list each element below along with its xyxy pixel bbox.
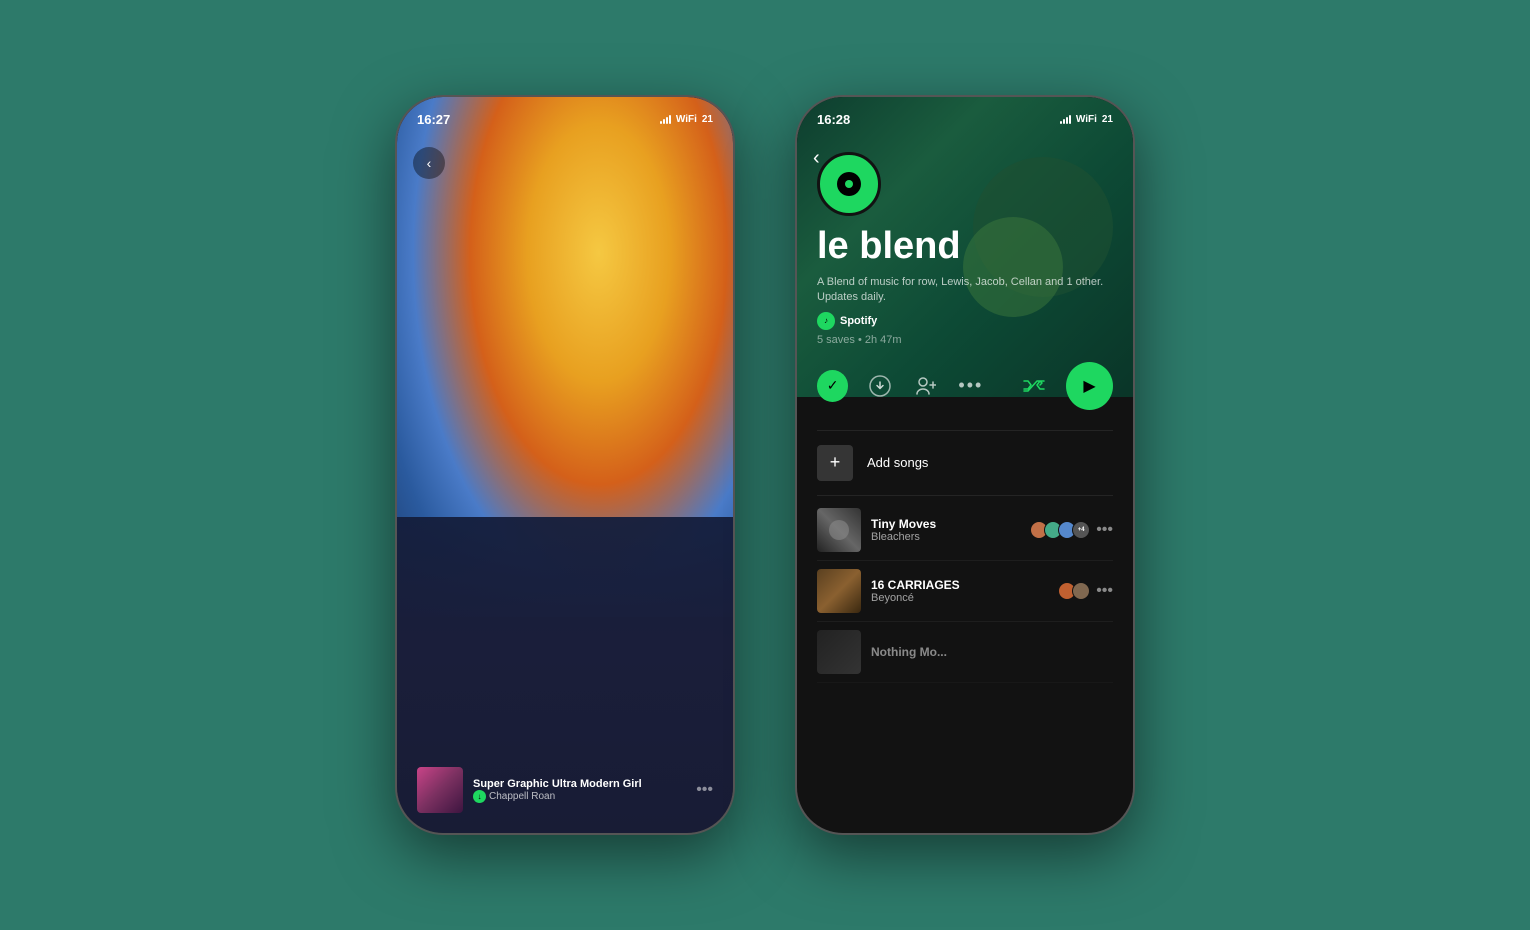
track-4-name: Nothing Mo... bbox=[871, 645, 1113, 659]
track-3-name: 16 CARRIAGES bbox=[871, 578, 1048, 592]
status-bar-2: 16:28 WiFi 21 bbox=[797, 97, 1133, 141]
track-2-right: ••• bbox=[1058, 582, 1113, 600]
track-item-1[interactable]: Tiny Moves Bleachers +4 ••• bbox=[817, 500, 1113, 561]
download-button-2[interactable] bbox=[866, 372, 893, 400]
track-thumbnail bbox=[417, 767, 463, 813]
shuffle-button-2[interactable] bbox=[1021, 372, 1048, 400]
status-icons-2: WiFi 21 bbox=[1060, 114, 1113, 125]
track-more-button[interactable]: ••• bbox=[696, 781, 713, 799]
back-button[interactable]: ‹ bbox=[413, 147, 445, 179]
blend-logo-dot bbox=[845, 180, 853, 188]
track-art-3 bbox=[817, 630, 861, 674]
time-display: 16:27 bbox=[417, 112, 450, 127]
track-3-artist: Beyoncé bbox=[871, 592, 1048, 604]
plus-button[interactable]: + bbox=[817, 445, 853, 481]
creator-name: Spotify bbox=[840, 315, 877, 327]
add-songs-row[interactable]: + Add songs bbox=[817, 430, 1113, 496]
add-person-button[interactable] bbox=[912, 372, 939, 400]
track-1-more[interactable]: ••• bbox=[1096, 521, 1113, 539]
spotify-logo-2: ♪ bbox=[817, 312, 835, 330]
track-2-artist: Bleachers bbox=[871, 531, 1020, 543]
user-avatars-2 bbox=[1058, 582, 1090, 600]
track-item-2[interactable]: 16 CARRIAGES Beyoncé ••• bbox=[817, 561, 1113, 622]
track-thumb-carriages bbox=[817, 569, 861, 613]
signal-icon bbox=[660, 114, 671, 124]
battery-display: 21 bbox=[702, 114, 713, 125]
playlist-info-section: daylist happy indie recession pop monday… bbox=[397, 517, 733, 833]
phone-2: 16:28 WiFi 21 ‹ le blend A Blend of musi… bbox=[795, 95, 1135, 835]
battery-display-2: 21 bbox=[1102, 114, 1113, 125]
track-info: Super Graphic Ultra Modern Girl ↓ Chappe… bbox=[473, 778, 686, 803]
time-display-2: 16:28 bbox=[817, 112, 850, 127]
track-3-info: 16 CARRIAGES Beyoncé bbox=[871, 578, 1048, 604]
track-name: Super Graphic Ultra Modern Girl bbox=[473, 778, 686, 790]
back-button-2[interactable]: ‹ bbox=[813, 147, 820, 170]
saves-info: 5 saves • 2h 47m bbox=[817, 334, 1113, 346]
track-artist: ↓ Chappell Roan bbox=[473, 790, 686, 803]
track-art-2 bbox=[817, 569, 861, 613]
track-row: Super Graphic Ultra Modern Girl ↓ Chappe… bbox=[417, 767, 713, 813]
track-art bbox=[417, 767, 463, 813]
wifi-icon-2: WiFi bbox=[1076, 114, 1097, 125]
track-thumb-3 bbox=[817, 630, 861, 674]
track-2-more[interactable]: ••• bbox=[1096, 582, 1113, 600]
track-item-3[interactable]: Nothing Mo... bbox=[817, 622, 1113, 683]
add-songs-label: Add songs bbox=[867, 455, 928, 470]
blend-title: le blend bbox=[817, 227, 1113, 265]
blend-content: le blend A Blend of music for row, Lewis… bbox=[797, 227, 1133, 833]
avatar-2-2 bbox=[1072, 582, 1090, 600]
blend-logo-inner bbox=[837, 172, 861, 196]
track-1-right: +4 ••• bbox=[1030, 521, 1113, 539]
play-button-2[interactable]: ▶ bbox=[1066, 362, 1113, 410]
status-icons: WiFi 21 bbox=[660, 114, 713, 125]
track-4-info: Nothing Mo... bbox=[871, 645, 1113, 659]
check-button-2[interactable]: ✓ bbox=[817, 370, 848, 402]
controls-row-2: ✓ ••• bbox=[817, 362, 1113, 410]
status-bar-1: 16:27 WiFi 21 bbox=[397, 97, 733, 141]
more-button-2[interactable]: ••• bbox=[957, 372, 984, 400]
user-avatars-1: +4 bbox=[1030, 521, 1090, 539]
track-2-name: Tiny Moves bbox=[871, 517, 1020, 531]
signal-icon-2 bbox=[1060, 114, 1071, 124]
phone-1: 16:27 WiFi 21 ‹ daylist happy indie rece… bbox=[395, 95, 735, 835]
blend-description: A Blend of music for row, Lewis, Jacob, … bbox=[817, 275, 1113, 306]
wifi-icon: WiFi bbox=[676, 114, 697, 125]
spotify-credit: ♪ Spotify bbox=[817, 312, 1113, 330]
track-art-1 bbox=[817, 508, 861, 552]
blend-logo bbox=[817, 152, 881, 216]
avatar-count: +4 bbox=[1072, 521, 1090, 539]
track-2-info: Tiny Moves Bleachers bbox=[871, 517, 1020, 543]
downloaded-icon: ↓ bbox=[473, 790, 486, 803]
track-thumb-tiny-moves bbox=[817, 508, 861, 552]
